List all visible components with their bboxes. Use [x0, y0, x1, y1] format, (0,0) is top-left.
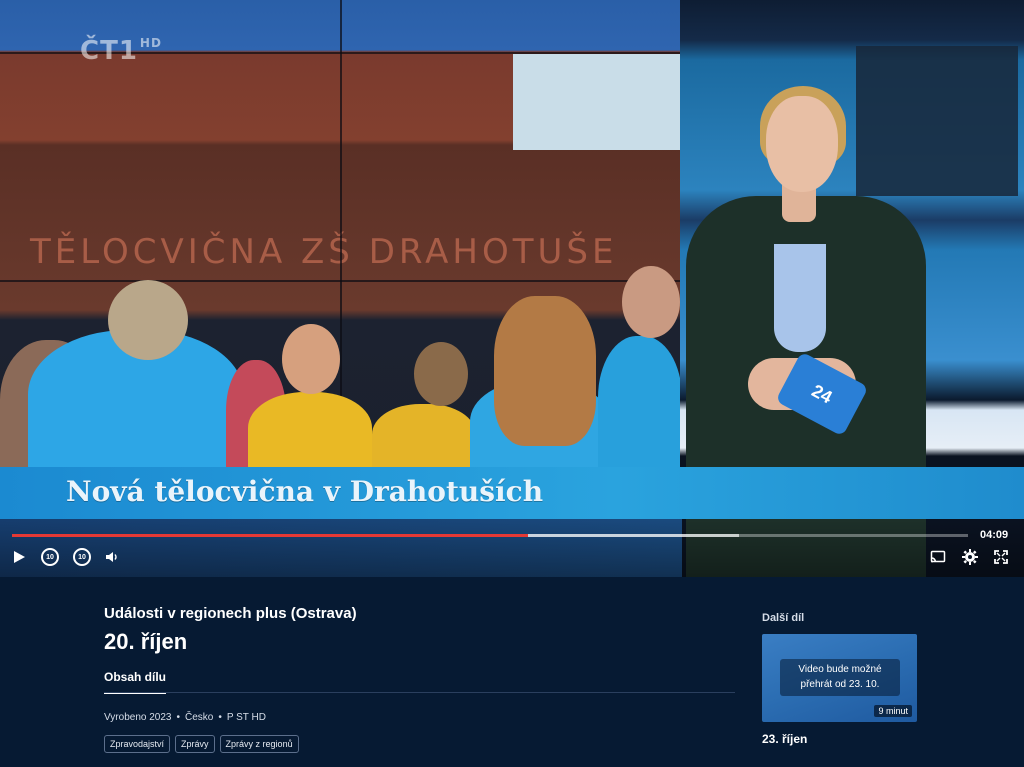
progress-bar[interactable] — [12, 534, 968, 537]
person-yellow-shirt — [248, 392, 372, 470]
forward-10-icon: 10 — [78, 553, 86, 561]
controls-bar — [0, 520, 1024, 577]
next-episode-thumbnail[interactable]: Video bude možné přehrát od 23. 10. 9 mi… — [762, 634, 917, 722]
volume-button[interactable] — [103, 548, 121, 566]
settings-button[interactable] — [961, 548, 979, 566]
volume-icon — [106, 552, 117, 562]
tag-zpravy[interactable]: Zprávy — [175, 735, 215, 753]
person-head — [282, 324, 340, 394]
next-episode-title[interactable]: 23. říjen — [762, 732, 807, 746]
person-blue-jacket — [598, 336, 682, 470]
episode-title: 20. říjen — [104, 629, 188, 654]
meta-country: Česko — [184, 712, 214, 723]
fullscreen-button[interactable] — [992, 548, 1010, 566]
forward-10-button[interactable]: 10 — [73, 548, 91, 566]
person-long-hair — [494, 296, 596, 446]
gear-icon — [962, 549, 978, 565]
play-button[interactable] — [10, 548, 28, 566]
news-anchor-shirt — [774, 244, 826, 352]
person-head — [622, 266, 680, 338]
tag-list: Zpravodajství Zprávy Zprávy z regionů — [104, 735, 299, 753]
channel-logo-hd: HD — [139, 36, 162, 50]
lower-third-caption: Nová tělocvična v Drahotuších — [0, 467, 1024, 519]
meta-flags: P ST HD — [226, 712, 266, 723]
duration-badge: 9 minut — [874, 705, 912, 717]
person-head — [108, 280, 188, 360]
meta-produced: Vyrobeno 2023 — [104, 712, 172, 723]
video-player[interactable]: TĚLOCVIČNA ZŠ DRAHOTUŠE 24 ČT1 HD Nová tě… — [0, 0, 1024, 577]
person-yellow-shirt — [372, 404, 476, 470]
tag-zpravy-z-regionu[interactable]: Zprávy z regionů — [219, 735, 299, 753]
videowall-seam — [0, 280, 682, 282]
studio-screen — [856, 46, 1018, 196]
availability-line-2: přehrát od 23. 10. — [800, 679, 880, 690]
time-display: 04:09 — [980, 529, 1009, 541]
caption-text: Nová tělocvična v Drahotuších — [66, 475, 544, 508]
rewind-10-icon: 10 — [46, 553, 54, 561]
rewind-10-button[interactable]: 10 — [41, 548, 59, 566]
progress-played — [12, 534, 529, 537]
availability-line-1: Video bude možné — [798, 664, 882, 675]
fullscreen-icon — [994, 550, 1008, 564]
next-episode-label: Další díl — [762, 612, 805, 624]
tab-divider — [104, 692, 735, 693]
play-icon — [14, 551, 25, 563]
building-window — [513, 54, 682, 150]
meta-separator: • — [218, 712, 222, 723]
show-title[interactable]: Události v regionech plus (Ostrava) — [104, 605, 357, 622]
news-anchor-face — [766, 96, 838, 192]
channel-logo: ČT1 HD — [80, 36, 162, 66]
building-sign: TĚLOCVIČNA ZŠ DRAHOTUŠE — [30, 232, 618, 272]
tab-episode-content[interactable]: Obsah dílu — [104, 670, 167, 694]
channel-logo-text: ČT1 — [80, 36, 138, 66]
person-head — [414, 342, 468, 406]
cast-button[interactable] — [929, 548, 947, 566]
meta-separator: • — [176, 712, 180, 723]
tag-zpravodajstvi[interactable]: Zpravodajství — [104, 735, 171, 753]
availability-notice: Video bude možné přehrát od 23. 10. — [780, 659, 900, 696]
episode-meta: Vyrobeno 2023 • Česko • P ST HD — [104, 712, 266, 723]
cast-icon — [930, 550, 946, 563]
episode-info: Události v regionech plus (Ostrava) 20. … — [0, 577, 1024, 767]
